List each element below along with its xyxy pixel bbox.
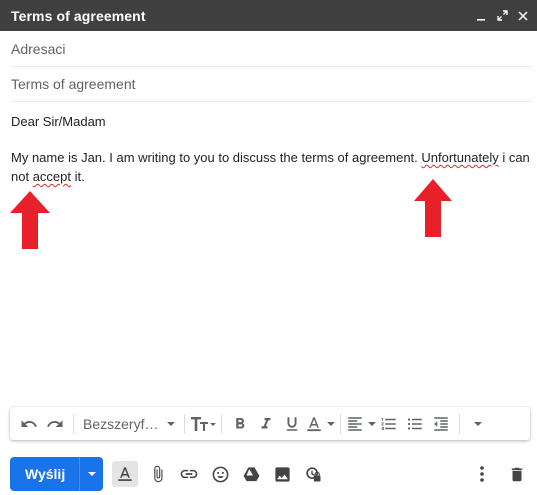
minimize-icon[interactable] xyxy=(475,10,487,22)
send-button-label: Wyślij xyxy=(25,466,66,482)
arrow-under-unfortunately xyxy=(414,179,452,237)
undo-icon[interactable] xyxy=(16,411,42,437)
body-text-after: it. xyxy=(71,169,85,184)
recipients-placeholder: Adresaci xyxy=(11,41,66,57)
toolbar-divider xyxy=(73,413,74,434)
chevron-down-icon xyxy=(368,421,377,426)
text-color-icon[interactable] xyxy=(305,411,336,437)
emoji-icon[interactable] xyxy=(205,459,235,489)
confidential-mode-icon[interactable] xyxy=(298,459,328,489)
compose-title-bar[interactable]: Terms of agreement xyxy=(0,0,537,31)
subject-field[interactable]: Terms of agreement xyxy=(11,67,532,102)
numbered-list-icon[interactable] xyxy=(376,411,402,437)
chevron-down-icon xyxy=(474,421,483,426)
chevron-down-icon xyxy=(87,472,96,476)
formatting-options-icon[interactable] xyxy=(112,461,139,487)
toolbar-divider xyxy=(184,413,186,434)
send-button[interactable]: Wyślij xyxy=(10,457,104,491)
align-icon[interactable] xyxy=(346,411,377,437)
expand-icon[interactable] xyxy=(496,10,508,22)
misspelled-word-accept[interactable]: accept xyxy=(33,169,71,184)
toolbar-divider xyxy=(459,413,461,434)
font-family-value: Bezszeryf… xyxy=(83,415,159,432)
right-actions xyxy=(466,459,532,489)
insert-photo-icon[interactable] xyxy=(267,459,297,489)
discard-icon[interactable] xyxy=(502,459,532,489)
body-text-before: My name is Jan. I am writing to you to d… xyxy=(11,150,422,165)
bold-icon[interactable] xyxy=(227,411,253,437)
chevron-down-icon xyxy=(167,421,176,426)
font-family-select[interactable]: Bezszeryf… xyxy=(79,411,179,437)
attach-icon[interactable] xyxy=(143,459,173,489)
body-paragraph: My name is Jan. I am writing to you to d… xyxy=(11,148,531,186)
insert-link-icon[interactable] xyxy=(174,459,204,489)
italic-icon[interactable] xyxy=(253,411,279,437)
greeting-line: Dear Sir/Madam xyxy=(11,114,106,129)
compose-title: Terms of agreement xyxy=(11,7,146,24)
window-controls xyxy=(475,10,529,22)
bulleted-list-icon[interactable] xyxy=(402,411,428,437)
compose-action-bar: Wyślij xyxy=(10,457,532,491)
more-formatting-icon[interactable] xyxy=(465,411,491,437)
chevron-down-icon xyxy=(327,421,336,426)
underline-icon[interactable] xyxy=(279,411,305,437)
redo-icon[interactable] xyxy=(42,411,68,437)
indent-less-icon[interactable] xyxy=(428,411,454,437)
recipients-field[interactable]: Adresaci xyxy=(11,32,532,67)
font-size-icon[interactable] xyxy=(190,411,217,437)
more-options-icon[interactable] xyxy=(467,459,497,489)
drive-icon[interactable] xyxy=(236,459,266,489)
toolbar-divider xyxy=(221,413,223,434)
misspelled-word-unfortunately[interactable]: Unfortunately xyxy=(421,150,498,165)
formatting-toolbar: Bezszeryf… xyxy=(10,407,530,440)
toolbar-divider xyxy=(340,413,342,434)
subject-value: Terms of agreement xyxy=(11,76,136,92)
message-body[interactable]: Dear Sir/Madam My name is Jan. I am writ… xyxy=(11,112,531,203)
send-options-button[interactable] xyxy=(79,457,103,491)
arrow-under-accept xyxy=(10,191,50,249)
close-icon[interactable] xyxy=(517,10,529,22)
